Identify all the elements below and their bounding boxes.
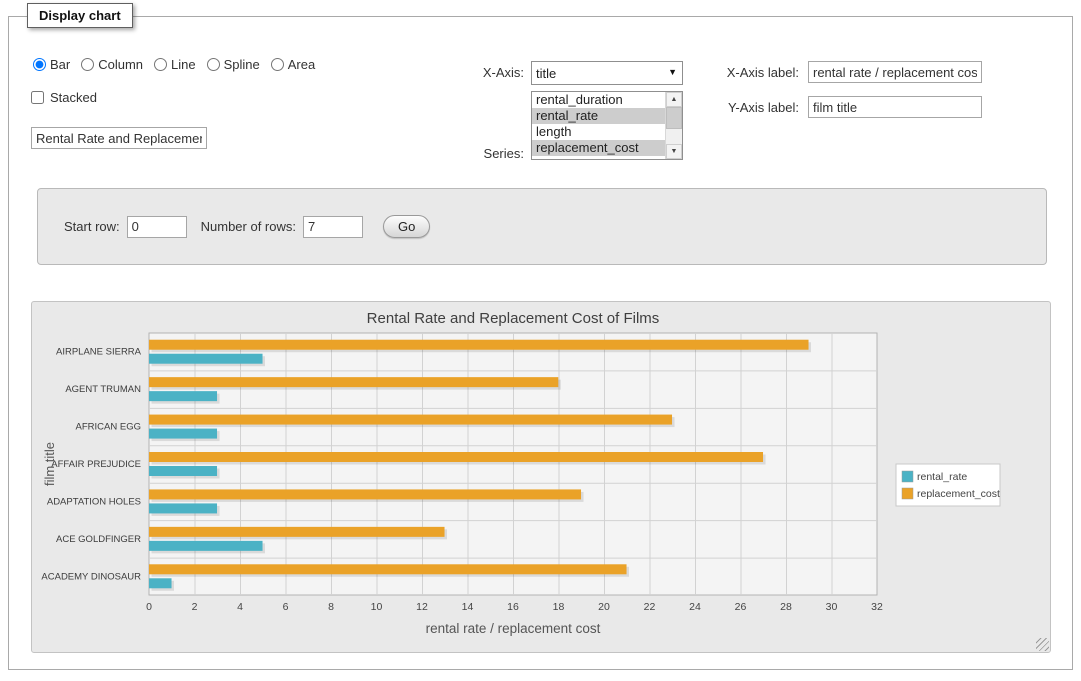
scroll-down-icon[interactable]: ▼ [666,144,682,159]
x-tick-label: 4 [237,601,243,613]
display-chart-panel: Display chart Bar Column Line Spline Are… [8,16,1073,670]
chart-bar [149,564,627,574]
chart-type-area[interactable]: Area [271,57,315,72]
x-axis-label-input[interactable] [808,61,982,83]
x-tick-label: 10 [371,601,383,613]
num-rows-input[interactable] [303,216,363,238]
y-category-label: AFRICAN EGG [76,422,141,433]
num-rows-label: Number of rows: [201,219,296,234]
y-category-label: ACADEMY DINOSAUR [41,571,141,582]
chart-bar [149,429,217,439]
chart-bar [149,527,445,537]
stacked-checkbox[interactable] [31,91,44,104]
chart-bar [149,541,263,551]
column-radio[interactable] [81,58,94,71]
series-field-label: Series: [449,146,524,161]
chart-bar [149,578,172,588]
y-category-label: ADAPTATION HOLES [47,496,141,507]
chart-canvas: 02468101214161820222426283032AIRPLANE SI… [32,302,1050,652]
x-tick-label: 20 [598,601,610,613]
bar-radio[interactable] [33,58,46,71]
x-tick-label: 16 [507,601,519,613]
stacked-option[interactable]: Stacked [31,90,97,105]
legend-swatch [902,488,913,499]
go-button[interactable]: Go [383,215,430,238]
spline-radio[interactable] [207,58,220,71]
resize-handle-icon[interactable] [1036,638,1049,651]
x-axis-label-field-label: X-Axis label: [649,65,799,80]
y-axis-label-input[interactable] [808,96,982,118]
column-radio-label: Column [98,57,143,72]
series-option[interactable]: replacement_cost [532,140,665,156]
series-option[interactable]: rental_rate [532,108,665,124]
legend-label: replacement_cost [917,488,1000,500]
chart-bar [149,466,217,476]
x-tick-label: 0 [146,601,152,613]
y-category-label: AIRPLANE SIERRA [56,347,142,358]
bar-radio-label: Bar [50,57,70,72]
series-option[interactable]: rental_duration [532,92,665,108]
series-option[interactable]: length [532,124,665,140]
x-tick-label: 2 [192,601,198,613]
start-row-label: Start row: [64,219,120,234]
chart-bar [149,415,672,425]
chart-title: Rental Rate and Replacement Cost of Film… [367,310,660,327]
chart-bar [149,340,809,350]
chart-type-options: Bar Column Line Spline Area [33,57,315,72]
display-chart-legend: Display chart [27,3,133,28]
area-radio-label: Area [288,57,315,72]
chart-bar [149,354,263,364]
x-tick-label: 14 [462,601,474,613]
chart-ylabel: film title [42,442,57,486]
chart-title-input[interactable] [31,127,207,149]
x-tick-label: 6 [283,601,289,613]
legend-label: rental_rate [917,471,967,483]
series-options: rental_duration rental_rate length repla… [532,92,665,159]
chart-bar [149,452,763,462]
chart-bar [149,489,581,499]
x-tick-label: 26 [735,601,747,613]
x-tick-label: 28 [780,601,792,613]
stacked-label: Stacked [50,90,97,105]
start-row-input[interactable] [127,216,187,238]
x-tick-label: 32 [871,601,883,613]
y-category-label: AGENT TRUMAN [65,384,141,395]
chart-type-line[interactable]: Line [154,57,196,72]
x-tick-label: 22 [644,601,656,613]
chart-panel: 02468101214161820222426283032AIRPLANE SI… [31,301,1051,653]
chart-type-column[interactable]: Column [81,57,143,72]
y-category-label: ACE GOLDFINGER [56,534,141,545]
x-tick-label: 30 [826,601,838,613]
y-category-label: AFFAIR PREJUDICE [51,459,141,470]
line-radio[interactable] [154,58,167,71]
chart-bar [149,377,558,387]
scrollbar-track[interactable] [666,129,682,144]
x-tick-label: 12 [416,601,428,613]
area-radio[interactable] [271,58,284,71]
legend-swatch [902,471,913,482]
chart-bar [149,503,217,513]
chart-type-spline[interactable]: Spline [207,57,260,72]
spline-radio-label: Spline [224,57,260,72]
chart-bar [149,391,217,401]
line-radio-label: Line [171,57,196,72]
x-axis-field-label: X-Axis: [449,65,524,80]
chart-type-bar[interactable]: Bar [33,57,70,72]
x-tick-label: 24 [689,601,701,613]
y-axis-label-field-label: Y-Axis label: [649,100,799,115]
chart-xlabel: rental rate / replacement cost [426,621,601,636]
x-tick-label: 18 [553,601,565,613]
rows-panel: Start row: Number of rows: Go [37,188,1047,265]
x-tick-label: 8 [328,601,334,613]
